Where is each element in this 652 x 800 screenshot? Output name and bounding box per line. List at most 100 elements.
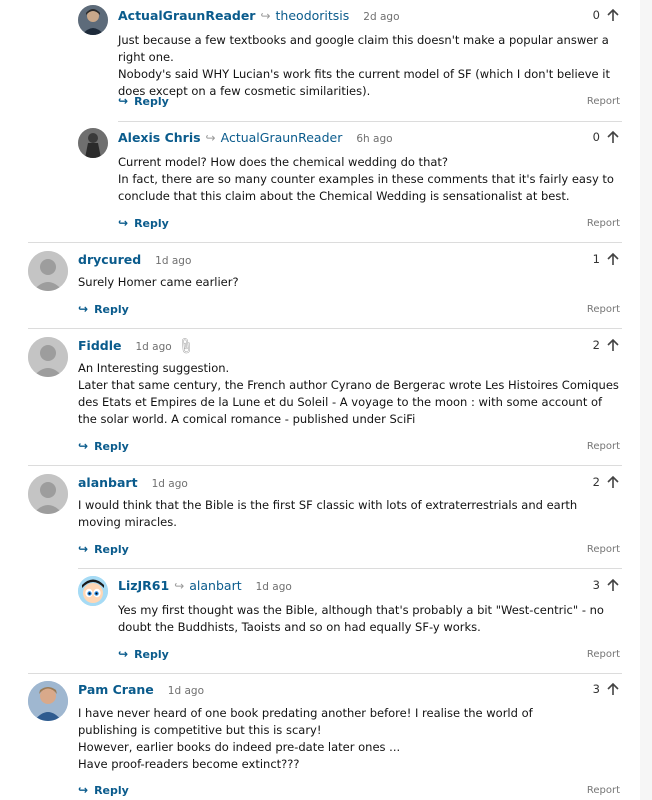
reply-label: Reply xyxy=(134,647,169,661)
divider xyxy=(118,121,622,122)
report-link[interactable]: Report xyxy=(587,785,620,796)
reply-button[interactable]: ↪ Reply xyxy=(78,783,129,797)
avatar[interactable] xyxy=(28,251,68,291)
avatar[interactable] xyxy=(78,5,108,35)
report-link[interactable]: Report xyxy=(587,544,620,555)
comment-paragraph: An Interesting suggestion. xyxy=(78,361,230,375)
vote-number: 3 xyxy=(592,578,600,592)
avatar[interactable] xyxy=(28,474,68,514)
timestamp[interactable]: 1d ago xyxy=(155,255,191,267)
author-name[interactable]: alanbart xyxy=(78,475,138,490)
report-link[interactable]: Report xyxy=(587,441,620,452)
upvote-arrow-icon[interactable] xyxy=(604,336,622,354)
vote-number: 2 xyxy=(592,475,600,489)
timestamp[interactable]: 1d ago xyxy=(152,478,188,490)
comment-paragraph: Yes my first thought was the Bible, alth… xyxy=(118,603,604,634)
reply-arrow-icon: ↪ xyxy=(78,542,89,556)
comment-paragraph: I would think that the Bible is the firs… xyxy=(78,498,578,529)
author-name[interactable]: LizJR61 xyxy=(118,578,169,593)
upvote-arrow-icon[interactable] xyxy=(604,6,622,24)
comment-meta: Fiddle 1d ago 📎︎ xyxy=(78,335,196,358)
report-link[interactable]: Report xyxy=(587,96,620,107)
timestamp[interactable]: 1d ago xyxy=(168,685,204,697)
vote-count: 3 xyxy=(593,680,622,698)
vote-count: 2 xyxy=(593,336,622,354)
author-name[interactable]: Fiddle xyxy=(78,338,121,353)
vote-number: 0 xyxy=(592,130,600,144)
upvote-arrow-icon[interactable] xyxy=(604,250,622,268)
reply-button[interactable]: ↪ Reply xyxy=(78,542,129,556)
reply-arrow-icon: ↪ xyxy=(118,216,129,230)
timestamp[interactable]: 1d ago xyxy=(256,581,292,593)
reply-button[interactable]: ↪ Reply xyxy=(118,647,169,661)
reply-label: Reply xyxy=(134,94,169,108)
paperclip-icon: 📎︎ xyxy=(174,335,196,357)
reply-button[interactable]: ↪ Reply xyxy=(78,439,129,453)
reply-arrow-icon: ↪ xyxy=(118,647,129,661)
reply-label: Reply xyxy=(94,783,129,797)
comment-paragraph: Surely Homer came earlier? xyxy=(78,275,239,289)
reply-arrow-icon: ↪ xyxy=(118,94,129,108)
comment-body: Current model? How does the chemical wed… xyxy=(118,154,623,205)
vote-number: 0 xyxy=(592,8,600,22)
report-link[interactable]: Report xyxy=(587,304,620,315)
photo-avatar-icon xyxy=(28,681,68,721)
comment-paragraph: In fact, there are so many counter examp… xyxy=(118,172,614,203)
report-link[interactable]: Report xyxy=(587,649,620,660)
avatar[interactable] xyxy=(78,576,108,606)
comment-body: Yes my first thought was the Bible, alth… xyxy=(118,602,613,636)
default-avatar-icon xyxy=(28,337,68,377)
reply-arrow-icon: ↪ xyxy=(78,783,89,797)
upvote-arrow-icon[interactable] xyxy=(604,473,622,491)
photo-avatar-icon xyxy=(78,5,108,35)
divider xyxy=(28,242,622,243)
comment-paragraph: Have proof-readers become extinct??? xyxy=(78,757,300,771)
reply-to-arrow-icon: ↪ xyxy=(260,9,271,23)
avatar[interactable] xyxy=(28,681,68,721)
comment-paragraph: I have never heard of one book predating… xyxy=(78,706,533,737)
reply-to-name[interactable]: ActualGraunReader xyxy=(221,130,343,145)
comment-body: An Interesting suggestion. Later that sa… xyxy=(78,360,623,428)
author-name[interactable]: Alexis Chris xyxy=(118,130,201,145)
vote-count: 1 xyxy=(593,250,622,268)
avatar[interactable] xyxy=(28,337,68,377)
comment-meta: alanbart 1d ago xyxy=(78,475,188,495)
upvote-arrow-icon[interactable] xyxy=(604,128,622,146)
upvote-arrow-icon[interactable] xyxy=(604,576,622,594)
divider xyxy=(28,465,622,466)
timestamp[interactable]: 6h ago xyxy=(356,133,392,145)
reply-arrow-icon: ↪ xyxy=(78,302,89,316)
default-avatar-icon xyxy=(28,474,68,514)
comment-meta: ActualGraunReader ↪ theodoritsis 2d ago xyxy=(118,8,400,28)
reply-to-name[interactable]: alanbart xyxy=(189,578,241,593)
vote-count: 2 xyxy=(593,473,622,491)
reply-button[interactable]: ↪ Reply xyxy=(78,302,129,316)
comment-paragraph: Nobody's said WHY Lucian's work fits the… xyxy=(118,67,610,98)
comment-paragraph: Current model? How does the chemical wed… xyxy=(118,155,449,169)
author-name[interactable]: drycured xyxy=(78,252,141,267)
comment-meta: LizJR61 ↪ alanbart 1d ago xyxy=(118,578,292,598)
comment-body: Just because a few textbooks and google … xyxy=(118,32,623,100)
comment-meta: drycured 1d ago xyxy=(78,252,191,272)
reply-label: Reply xyxy=(134,216,169,230)
timestamp[interactable]: 1d ago xyxy=(135,341,171,353)
vote-number: 1 xyxy=(592,252,600,266)
author-name[interactable]: Pam Crane xyxy=(78,682,154,697)
vote-count: 3 xyxy=(593,576,622,594)
comment-paragraph: Later that same century, the French auth… xyxy=(78,378,619,426)
upvote-arrow-icon[interactable] xyxy=(604,680,622,698)
author-name[interactable]: ActualGraunReader xyxy=(118,8,255,23)
reply-to-arrow-icon: ↪ xyxy=(174,579,185,593)
report-link[interactable]: Report xyxy=(587,218,620,229)
cartoon-avatar-icon xyxy=(78,576,108,606)
reply-button[interactable]: ↪ Reply xyxy=(118,216,169,230)
reply-to-name[interactable]: theodoritsis xyxy=(276,8,350,23)
timestamp[interactable]: 2d ago xyxy=(363,11,399,23)
divider xyxy=(28,673,622,674)
comment-meta: Alexis Chris ↪ ActualGraunReader 6h ago xyxy=(118,130,393,150)
reply-button[interactable]: ↪ Reply xyxy=(118,94,169,108)
avatar[interactable] xyxy=(78,128,108,158)
vote-count: 0 xyxy=(593,128,622,146)
divider xyxy=(28,328,622,329)
reply-arrow-icon: ↪ xyxy=(78,439,89,453)
